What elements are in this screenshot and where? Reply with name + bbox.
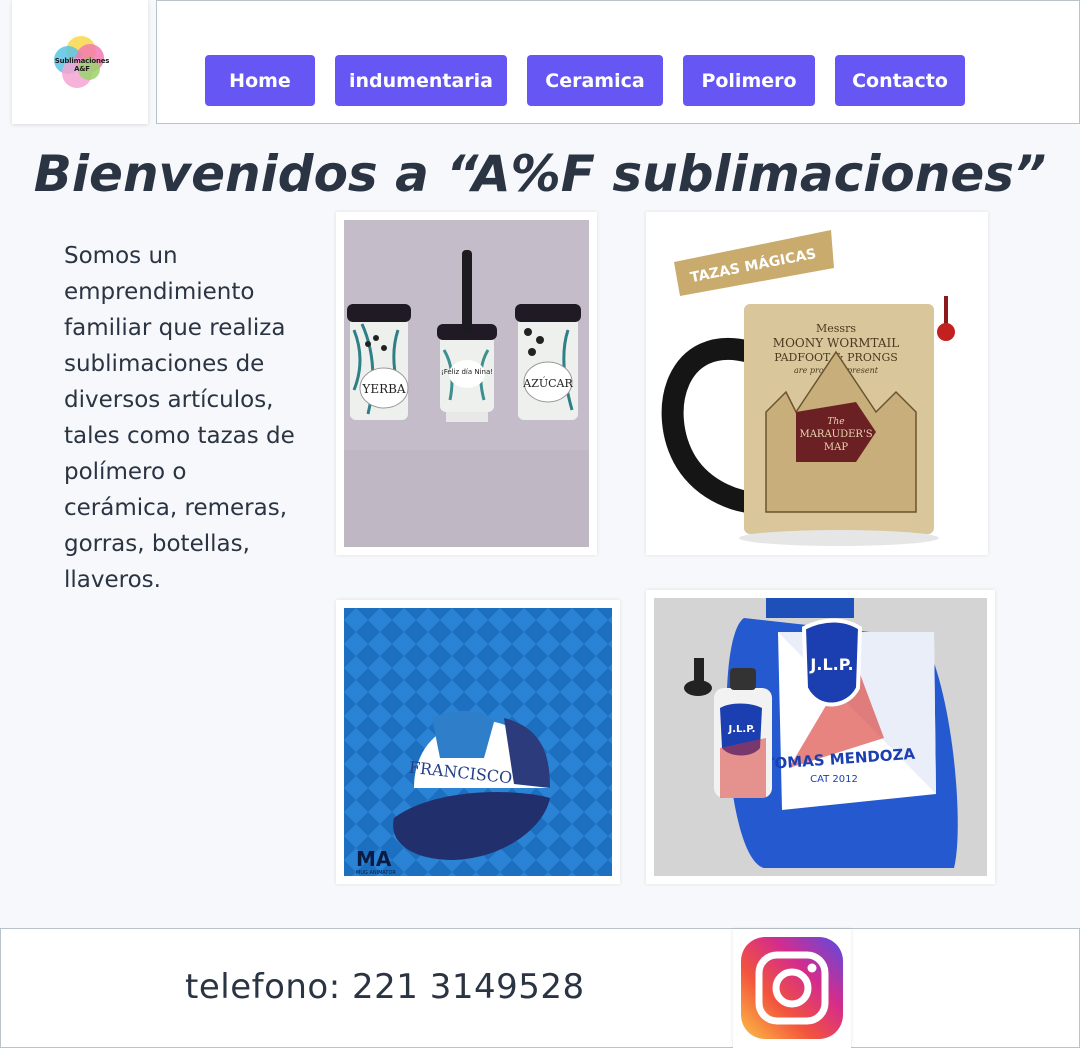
mug-map-2: MARAUDER'S <box>799 429 872 440</box>
intro-text: Somos un emprendimiento familiar que rea… <box>64 243 295 593</box>
mug-text-1: Messrs <box>816 322 856 335</box>
nav-ceramica[interactable]: Ceramica <box>527 55 663 106</box>
mate-label-azucar: AZÚCAR <box>522 376 573 390</box>
nav-home[interactable]: Home <box>205 55 315 106</box>
cap-brand: MA <box>356 847 392 871</box>
header: Home indumentaria Ceramica Polimero Cont… <box>156 0 1080 124</box>
bag-image: J.L.P. TOMAS MENDOZA CAT 2012 J.L.P. <box>654 598 987 876</box>
logo-graphic: Sublimaciones A&F <box>50 36 110 88</box>
logo[interactable]: Sublimaciones A&F <box>12 0 148 124</box>
mates-image: YERBA ¡Feliz día Nina! AZÚCAR <box>344 220 589 547</box>
product-card-mug[interactable]: TAZAS MÁGICAS Messrs MOONY WORMTAIL PADF… <box>646 212 988 555</box>
nav-contacto[interactable]: Contacto <box>835 55 965 106</box>
bag-cat: CAT 2012 <box>810 774 858 785</box>
logo-text: Sublimaciones A&F <box>54 57 110 73</box>
product-card-cap[interactable]: FRANCISCO MA MUG ANIMATOR <box>336 600 620 884</box>
cap-image: FRANCISCO MA MUG ANIMATOR <box>344 608 612 876</box>
page-title: Bienvenidos a “A%F sublimaciones” <box>33 145 1047 203</box>
mate-label-yerba: YERBA <box>361 382 406 396</box>
product-card-bag[interactable]: J.L.P. TOMAS MENDOZA CAT 2012 J.L.P. <box>646 590 995 884</box>
mug-text-2: MOONY WORMTAIL <box>773 336 899 350</box>
product-card-mates[interactable]: YERBA ¡Feliz día Nina! AZÚCAR <box>336 212 597 555</box>
instagram-link[interactable] <box>733 929 851 1048</box>
phone-number: telefono: 221 3149528 <box>185 967 585 1007</box>
instagram-icon <box>741 937 843 1039</box>
bag-badge: J.L.P. <box>809 655 853 674</box>
footer: telefono: 221 3149528 <box>0 928 1080 1048</box>
nav-polimero[interactable]: Polimero <box>683 55 815 106</box>
page: Sublimaciones A&F Home indumentaria Cera… <box>0 0 1080 1048</box>
mug-map-1: The <box>827 417 844 427</box>
bottle-badge: J.L.P. <box>728 724 756 735</box>
mug-image: TAZAS MÁGICAS Messrs MOONY WORMTAIL PADF… <box>646 212 980 547</box>
mug-map-3: MAP <box>824 442 848 453</box>
mate-label-nina: ¡Feliz día Nina! <box>441 368 493 376</box>
cap-brand-sub: MUG ANIMATOR <box>356 870 396 876</box>
nav-indumentaria[interactable]: indumentaria <box>335 55 507 106</box>
